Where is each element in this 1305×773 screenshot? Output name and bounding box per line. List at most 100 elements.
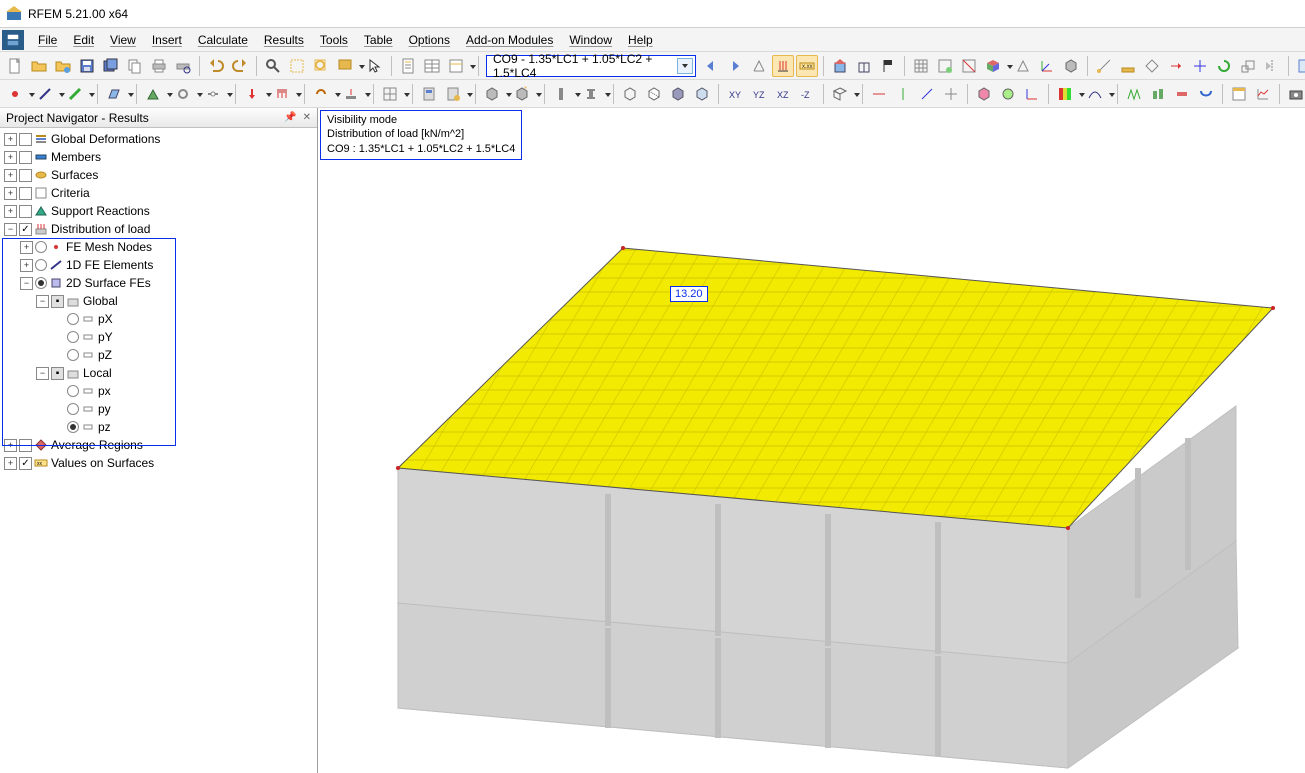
results-v-icon[interactable] (1147, 83, 1169, 105)
dim-z-icon[interactable] (916, 83, 938, 105)
expand-icon[interactable]: + (20, 241, 33, 254)
module-1-icon[interactable] (1294, 55, 1305, 77)
tree-global-pz[interactable]: pZ (0, 346, 317, 364)
dim-all-icon[interactable] (940, 83, 962, 105)
find-icon[interactable] (262, 55, 284, 77)
structure-icon[interactable] (853, 55, 875, 77)
checkbox-checked[interactable]: ✓ (19, 223, 32, 236)
radio-selected[interactable] (67, 421, 79, 433)
iso-view-dropdown[interactable] (829, 83, 857, 105)
camera-dropdown[interactable] (1285, 83, 1305, 105)
tree-local-group[interactable]: − ▪ Local (0, 364, 317, 382)
hinge-dropdown[interactable] (172, 83, 200, 105)
radio[interactable] (35, 259, 47, 271)
color-result-dropdown[interactable] (1054, 83, 1082, 105)
checkbox-mixed[interactable]: ▪ (51, 367, 64, 380)
expand-icon[interactable]: + (4, 133, 17, 146)
checkbox[interactable] (19, 439, 32, 452)
node-dropdown[interactable] (4, 83, 32, 105)
collapse-icon[interactable]: − (36, 295, 49, 308)
table-icon[interactable] (421, 55, 443, 77)
solid-def-dropdown[interactable] (481, 83, 509, 105)
save-all-icon[interactable] (100, 55, 122, 77)
checkbox[interactable] (19, 133, 32, 146)
open-file-icon[interactable] (28, 55, 50, 77)
expand-icon[interactable]: + (4, 169, 17, 182)
close-icon[interactable]: ✕ (303, 112, 311, 123)
checkbox[interactable] (19, 187, 32, 200)
radio[interactable] (35, 241, 47, 253)
expand-icon[interactable]: + (4, 205, 17, 218)
show-values-icon[interactable]: x.xx (796, 55, 818, 77)
radio[interactable] (67, 385, 79, 397)
tree-fe-mesh-nodes[interactable]: + FE Mesh Nodes (0, 238, 317, 256)
tree-surfaces[interactable]: + Surfaces (0, 166, 317, 184)
solid-icon[interactable] (1060, 55, 1082, 77)
extrude-icon[interactable] (1165, 55, 1187, 77)
expand-icon[interactable]: + (4, 151, 17, 164)
tree-criteria[interactable]: + Criteria (0, 184, 317, 202)
menu-options[interactable]: Options (401, 30, 458, 50)
tables-dropdown[interactable] (445, 55, 473, 77)
perspective-icon[interactable] (1012, 55, 1034, 77)
view-xz-icon[interactable]: XZ (772, 83, 794, 105)
radio[interactable] (67, 403, 79, 415)
imposed-dropdown[interactable] (340, 83, 368, 105)
solid-new-dropdown[interactable]: * (511, 83, 539, 105)
model-viewport[interactable]: Visibility mode Distribution of load [kN… (318, 108, 1305, 773)
open-model-icon[interactable] (52, 55, 74, 77)
tree-global-px[interactable]: pX (0, 310, 317, 328)
results-diagram-icon[interactable] (1252, 83, 1274, 105)
scale-icon[interactable] (1237, 55, 1259, 77)
collapse-icon[interactable]: − (36, 367, 49, 380)
chevron-down-icon[interactable] (677, 58, 693, 74)
tree-local-px[interactable]: px (0, 382, 317, 400)
line-dropdown[interactable] (34, 83, 62, 105)
expand-icon[interactable]: + (4, 439, 17, 452)
tree-local-pz[interactable]: pz (0, 418, 317, 436)
menu-tools[interactable]: Tools (312, 30, 356, 50)
dim-x-icon[interactable] (868, 83, 890, 105)
rotate-icon[interactable] (1213, 55, 1235, 77)
redo-icon[interactable] (229, 55, 251, 77)
member-dropdown[interactable] (64, 83, 92, 105)
grid-icon[interactable] (910, 55, 932, 77)
next-load-icon[interactable] (724, 55, 746, 77)
select-icon[interactable] (286, 55, 308, 77)
new-file-icon[interactable] (4, 55, 26, 77)
copy-icon[interactable] (124, 55, 146, 77)
save-icon[interactable] (76, 55, 98, 77)
moment-dropdown[interactable] (310, 83, 338, 105)
support-dropdown[interactable] (142, 83, 170, 105)
tree-support-reactions[interactable]: + Support Reactions (0, 202, 317, 220)
tree-global-deformations[interactable]: + Global Deformations (0, 130, 317, 148)
radio[interactable] (67, 313, 79, 325)
mesh-dropdown[interactable] (379, 83, 407, 105)
checkbox-mixed[interactable]: ▪ (51, 295, 64, 308)
menu-insert[interactable]: Insert (144, 30, 190, 50)
render-solid-icon[interactable] (667, 83, 689, 105)
dim-y-icon[interactable] (892, 83, 914, 105)
pin-icon[interactable]: 📌 (284, 112, 296, 123)
tree-distribution-of-load[interactable]: − ✓ Distribution of load (0, 220, 317, 238)
menu-results[interactable]: Results (256, 30, 312, 50)
tree-global-py[interactable]: pY (0, 328, 317, 346)
menu-addons[interactable]: Add-on Modules (458, 30, 561, 50)
tree-2d-surface-fes[interactable]: − 2D Surface FEs (0, 274, 317, 292)
surface-dropdown[interactable] (103, 83, 131, 105)
tree-global-group[interactable]: − ▪ Global (0, 292, 317, 310)
render-sphere-icon[interactable] (997, 83, 1019, 105)
expand-icon[interactable]: + (4, 187, 17, 200)
print-icon[interactable] (148, 55, 170, 77)
grid-off-icon[interactable] (958, 55, 980, 77)
cursor-icon[interactable] (364, 55, 386, 77)
menu-edit[interactable]: Edit (65, 30, 102, 50)
grid-edit-icon[interactable] (934, 55, 956, 77)
tree-values-on-surfaces[interactable]: + ✓ xx Values on Surfaces (0, 454, 317, 472)
report-icon[interactable] (397, 55, 419, 77)
menu-file[interactable]: File (30, 30, 65, 50)
checkbox-checked[interactable]: ✓ (19, 457, 32, 470)
load-dropdown[interactable] (241, 83, 269, 105)
flag-icon[interactable] (877, 55, 899, 77)
move-icon[interactable] (1189, 55, 1211, 77)
